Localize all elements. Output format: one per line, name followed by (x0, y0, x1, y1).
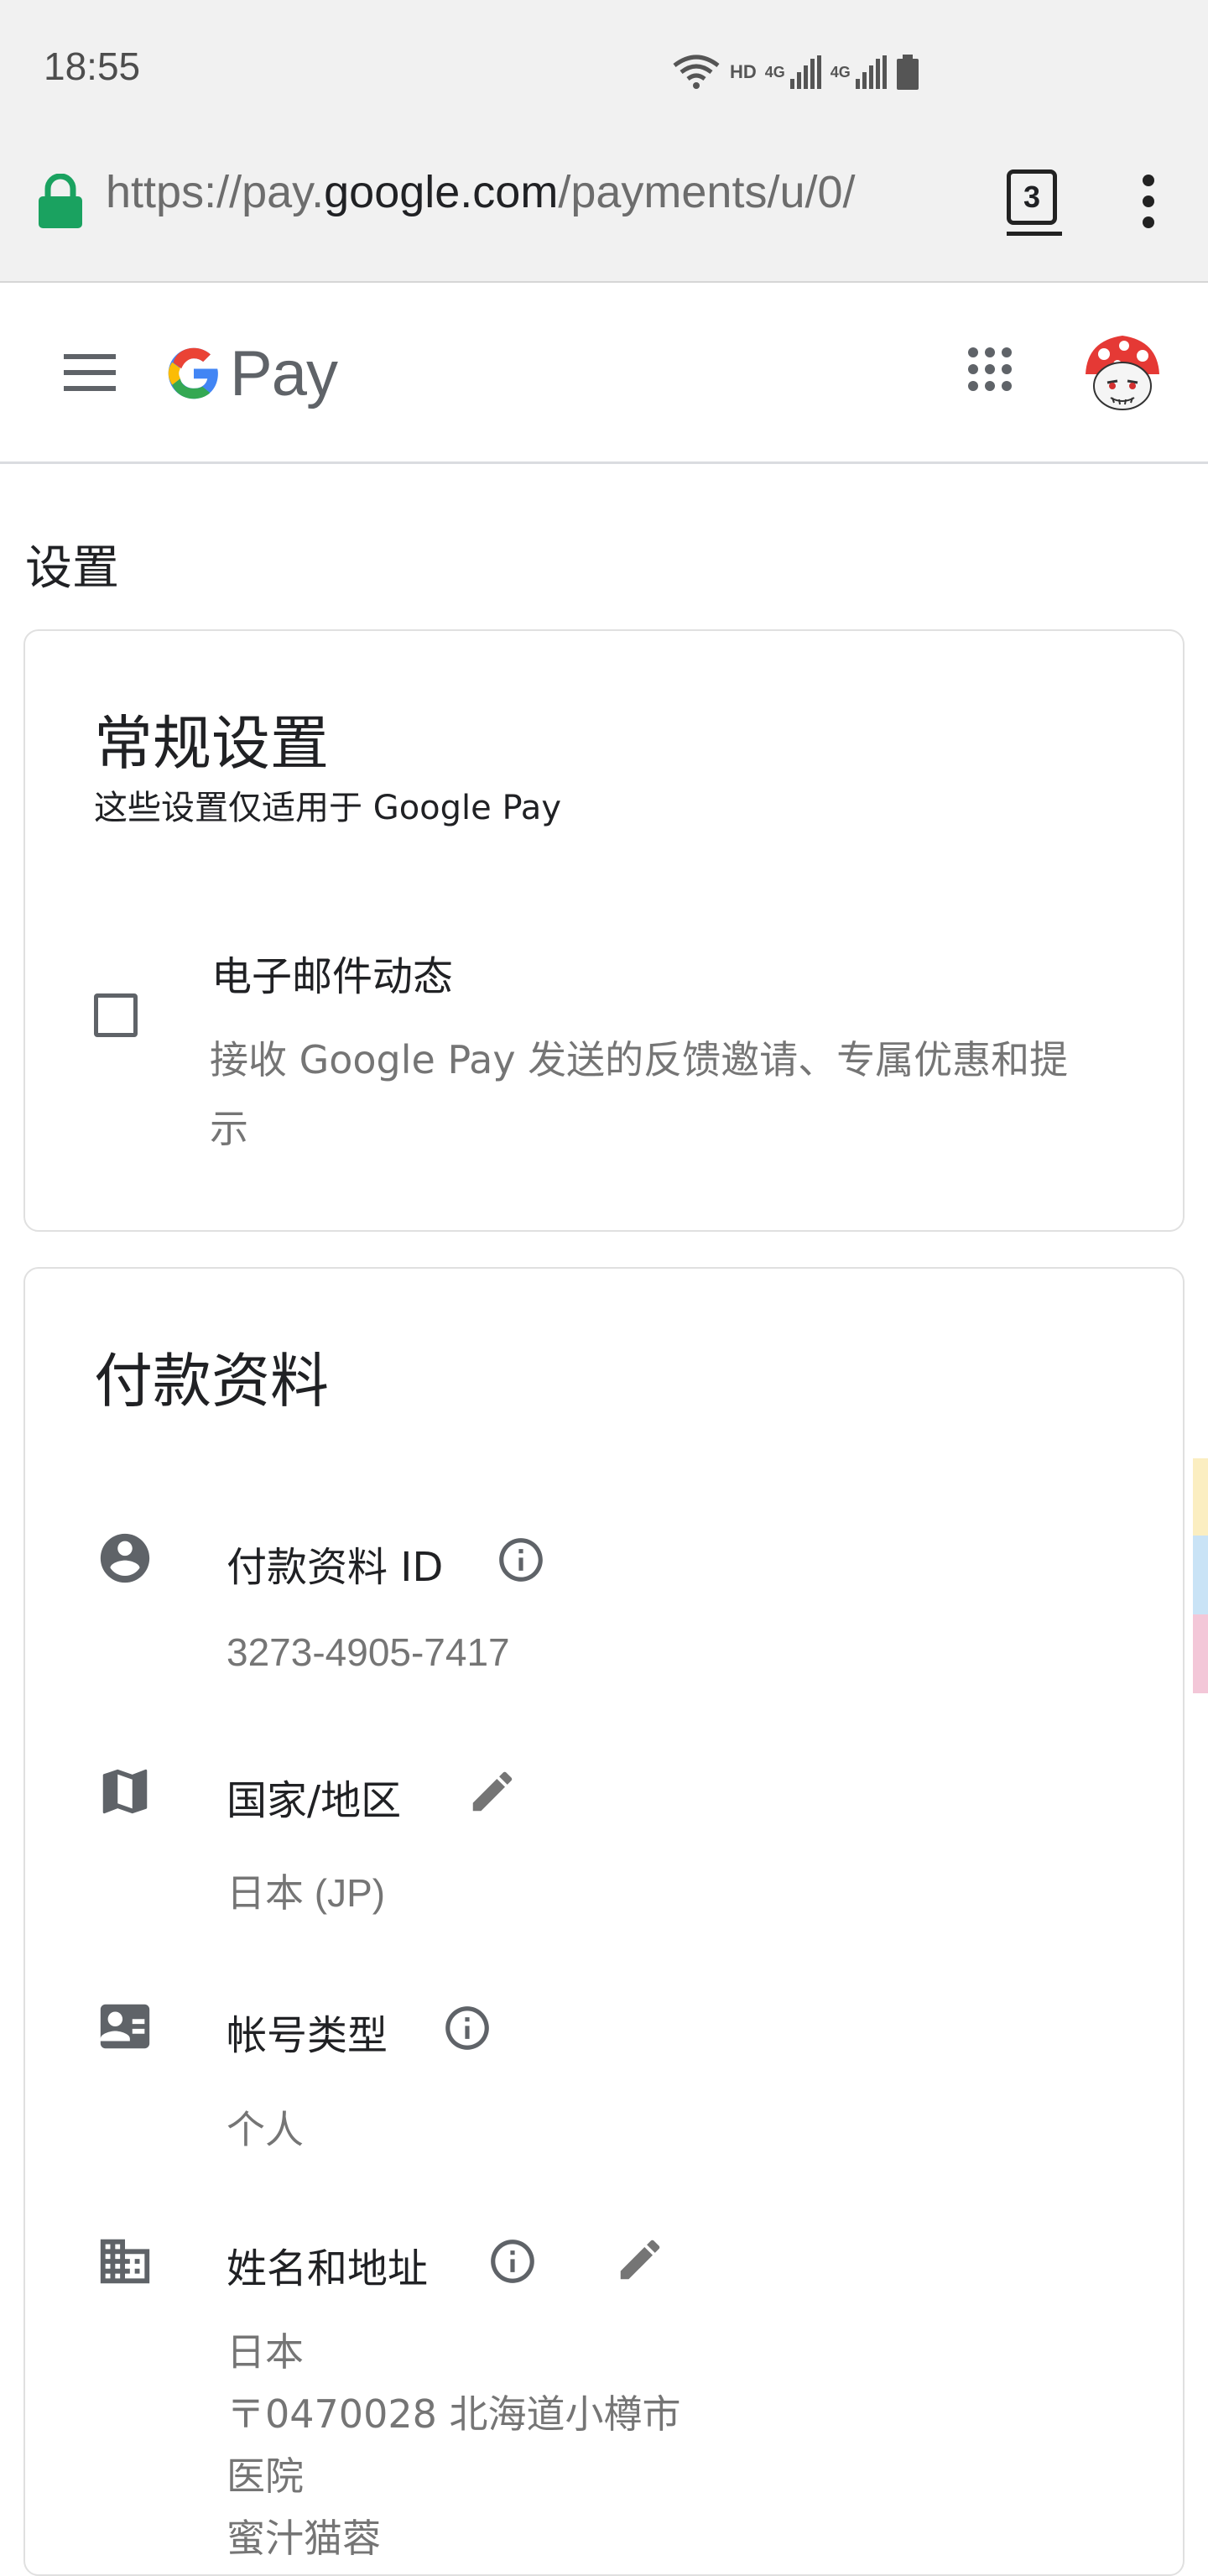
email-updates-label: 电子邮件动态 (211, 953, 454, 1000)
tab-switcher-underline (1007, 232, 1062, 236)
profile-id-value: 3273-4905-7417 (226, 1630, 510, 1674)
edit-pencil-icon[interactable] (466, 1765, 518, 1817)
email-updates-checkbox[interactable] (94, 993, 138, 1037)
email-updates-description: 接收 Google Pay 发送的反馈邀请、专属优惠和提 示 (210, 1025, 1068, 1163)
logo-pay-text: Pay (230, 337, 338, 409)
name-address-label: 姓名和地址 (226, 2245, 429, 2292)
page-title: 设置 (25, 541, 119, 596)
google-pay-logo[interactable]: Pay (166, 336, 338, 411)
network-type-1: 4G (764, 63, 785, 81)
edit-pencil-icon[interactable] (614, 2234, 666, 2286)
wifi-icon (673, 55, 720, 89)
signal-icon (855, 55, 887, 89)
google-g-icon (168, 347, 218, 399)
address-line: 〒0470028 北海道小樽市 (226, 2391, 681, 2437)
url-prefix: https://pay. (106, 167, 325, 217)
info-icon[interactable] (487, 2235, 539, 2287)
contact-card-icon (100, 2004, 150, 2049)
account-type-value: 个人 (226, 2108, 304, 2151)
address-bar[interactable]: https://pay.google.com/payments/u/0/ (106, 166, 970, 218)
apps-grid-icon[interactable] (966, 346, 1013, 393)
email-updates-description-line: 接收 Google Pay 发送的反馈邀请、专属优惠和提 (210, 1037, 1069, 1082)
status-time: 18:55 (44, 44, 141, 88)
country-value: 日本 (JP) (226, 1871, 386, 1915)
address-line: 蜜汁猫蓉 (226, 2516, 381, 2561)
menu-icon[interactable] (64, 352, 116, 393)
map-icon (102, 1769, 148, 1814)
side-strip-yellow (1193, 1458, 1208, 1536)
payments-profile-title: 付款资料 (94, 1347, 329, 1416)
account-circle-icon (100, 1533, 150, 1583)
battery-icon (896, 55, 919, 90)
more-options-icon[interactable] (1136, 172, 1161, 231)
address-block: 日本 〒0470028 北海道小樽市 医院 蜜汁猫蓉 (226, 2321, 681, 2569)
account-type-label: 帐号类型 (226, 2012, 388, 2059)
address-line: 医院 (226, 2453, 304, 2499)
avatar[interactable] (1077, 324, 1168, 415)
signal-icon (789, 55, 821, 89)
status-bar (0, 0, 1208, 143)
status-icons: HD 4G 4G (671, 49, 919, 96)
business-building-icon (100, 2239, 150, 2284)
url-domain: google.com (324, 167, 559, 217)
email-updates-description-line: 示 (210, 1106, 248, 1151)
profile-id-label: 付款资料 ID (226, 1544, 444, 1591)
network-type-2: 4G (830, 63, 851, 81)
general-settings-subtitle: 这些设置仅适用于 Google Pay (94, 789, 561, 827)
url-path: /payments/u/0/ (558, 167, 856, 217)
country-label: 国家/地区 (226, 1777, 402, 1824)
info-icon[interactable] (441, 2002, 493, 2054)
side-strip-blue (1193, 1536, 1208, 1614)
tab-switcher-button[interactable]: 3 (1007, 169, 1057, 225)
side-strip-pink (1193, 1614, 1208, 1693)
info-icon[interactable] (495, 1534, 547, 1586)
lock-icon (39, 174, 82, 228)
hd-indicator: HD (730, 61, 757, 82)
general-settings-title: 常规设置 (94, 709, 329, 778)
address-line: 日本 (226, 2329, 304, 2375)
